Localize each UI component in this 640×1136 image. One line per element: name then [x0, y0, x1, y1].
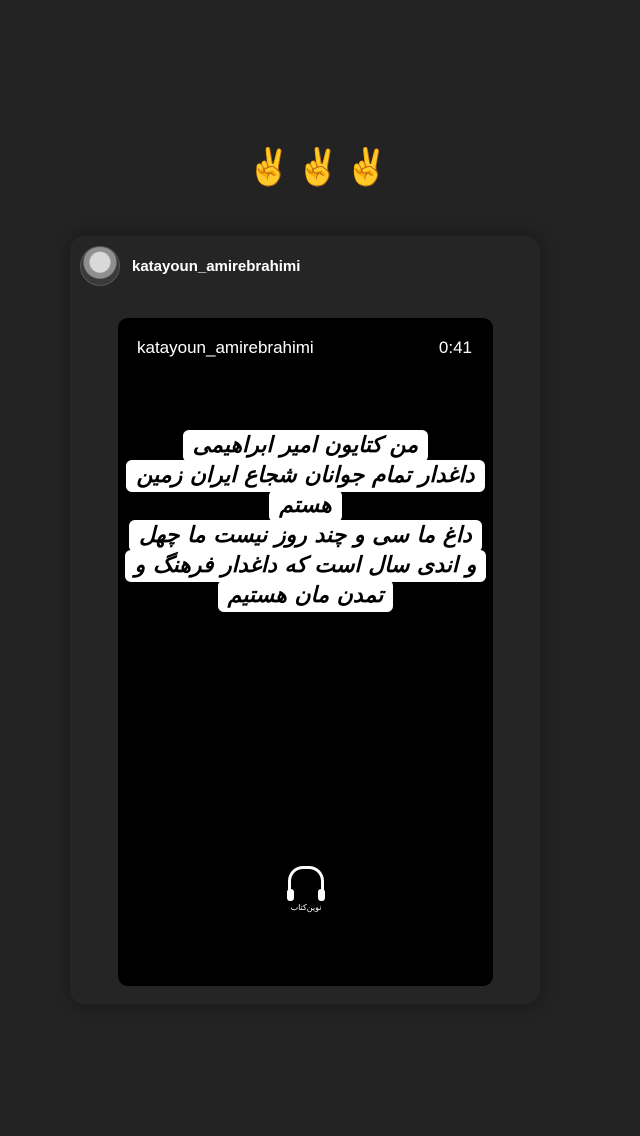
- card-header[interactable]: katayoun_amirebrahimi: [80, 246, 300, 286]
- story-screen: ✌️✌️✌️ katayoun_amirebrahimi katayoun_am…: [0, 0, 640, 1136]
- shared-post-card[interactable]: katayoun_amirebrahimi katayoun_amirebrah…: [70, 236, 540, 1004]
- story-video[interactable]: katayoun_amirebrahimi 0:41 من کتایون امی…: [118, 318, 493, 986]
- video-duration: 0:41: [438, 338, 472, 357]
- caption-line: و اندی سال است که داغدار فرهنگ و: [124, 550, 487, 582]
- caption-line: هستم: [269, 490, 342, 522]
- card-username[interactable]: katayoun_amirebrahimi: [132, 258, 300, 275]
- logo-text: نوین‌کتاب: [290, 903, 322, 912]
- headphones-icon: [287, 866, 325, 901]
- headphones-logo-icon: نوین‌کتاب: [286, 866, 326, 914]
- caption-line: تمدن مان هستیم: [217, 580, 394, 612]
- avatar[interactable]: [80, 246, 120, 286]
- story-topbar: katayoun_amirebrahimi 0:41: [137, 338, 472, 358]
- caption-line: داغ ما سی و چند روز نیست ما چهل: [129, 520, 482, 552]
- caption-line: من کتایون امیر ابراهیمی: [182, 430, 429, 462]
- caption-line: داغدار تمام جوانان شجاع ایران زمین: [126, 460, 485, 492]
- victory-hand-emoji-icons: ✌️✌️✌️: [246, 147, 394, 188]
- story-username: katayoun_amirebrahimi: [137, 338, 314, 357]
- story-caption: من کتایون امیر ابراهیمی داغدار تمام جوان…: [118, 430, 493, 612]
